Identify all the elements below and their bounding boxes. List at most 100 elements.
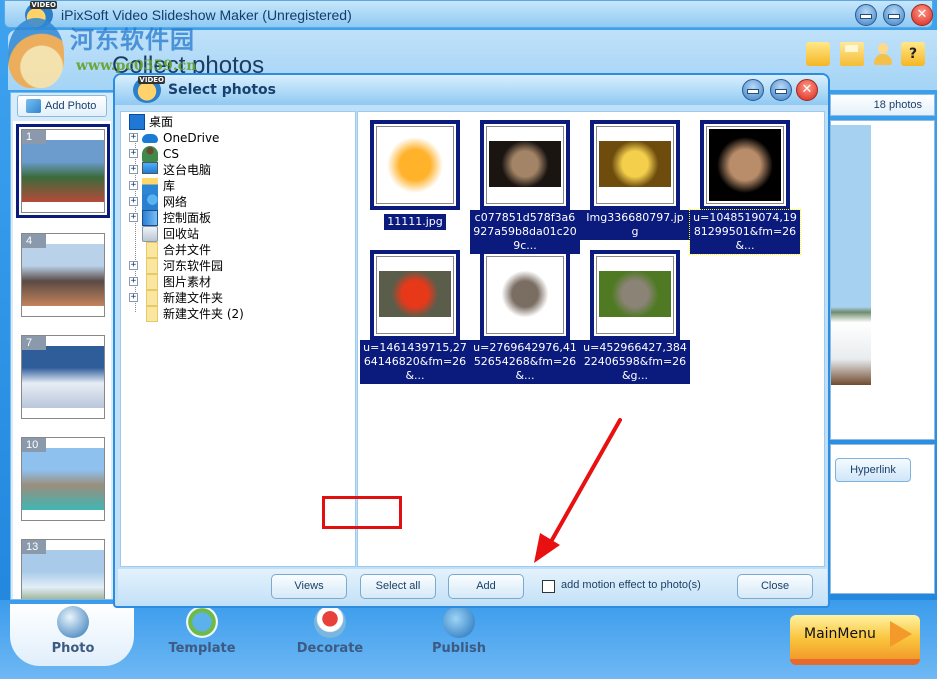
hyperlink-panel: Hyperlink xyxy=(830,444,935,594)
tab-decorate[interactable]: Decorate xyxy=(280,606,380,666)
expand-icon[interactable]: + xyxy=(129,261,138,270)
photo-thumbnail-frame[interactable] xyxy=(700,120,790,210)
tree-item-label: 新建文件夹 xyxy=(163,291,224,305)
folder-tree[interactable]: 桌面 + OneDrive + CS + 这台电脑 + 库 + 网络 + 控制面板 回收站 合并文件 + 河东软… xyxy=(120,111,356,567)
tab-publish[interactable]: Publish xyxy=(409,606,509,666)
photo-image xyxy=(599,271,671,317)
open-folder-icon[interactable] xyxy=(806,42,830,66)
expand-icon[interactable]: + xyxy=(129,293,138,302)
photo-thumbnail-frame[interactable] xyxy=(590,120,680,210)
photo-caption: c077851d578f3a6927a59b8da01c209c... xyxy=(470,210,580,254)
motion-effect-checkbox[interactable] xyxy=(542,580,555,593)
video-tag: VIDEO xyxy=(138,76,165,84)
photo-item[interactable]: u=2769642976,4152654268&fm=26&... xyxy=(470,250,580,384)
help-icon[interactable]: ? xyxy=(901,42,925,66)
photo-caption: Img336680797.jpg xyxy=(580,210,690,240)
recycle-bin-icon xyxy=(142,226,158,242)
photo-thumbnail-frame[interactable] xyxy=(480,120,570,210)
expand-icon[interactable]: + xyxy=(129,181,138,190)
photo-border xyxy=(596,126,674,204)
photo-thumbnail[interactable]: 10 xyxy=(21,437,105,521)
photo-item[interactable]: u=1461439715,2764146820&fm=26&... xyxy=(360,250,470,384)
video-tag: VIDEO xyxy=(30,1,57,9)
tab-photo[interactable]: Photo xyxy=(23,606,123,666)
photo-thumbnail[interactable]: 7 xyxy=(21,335,105,419)
expand-icon[interactable]: + xyxy=(129,197,138,206)
add-button[interactable]: Add xyxy=(448,574,524,599)
photo-caption: u=452966427,38422406598&fm=26&g... xyxy=(580,340,690,384)
user-icon[interactable] xyxy=(871,42,895,66)
preview-frame xyxy=(830,120,935,440)
expand-icon[interactable]: + xyxy=(129,213,138,222)
expand-icon[interactable]: + xyxy=(129,133,138,142)
expand-icon[interactable]: + xyxy=(129,165,138,174)
tab-template[interactable]: Template xyxy=(152,606,252,666)
photo-image xyxy=(709,129,781,201)
tree-item-label: 河东软件园 xyxy=(163,259,224,273)
photo-item[interactable]: c077851d578f3a6927a59b8da01c209c... xyxy=(470,120,580,254)
expand-icon[interactable]: + xyxy=(129,149,138,158)
photo-thumbnail-frame[interactable] xyxy=(370,120,460,210)
tab-template-label: Template xyxy=(168,641,236,656)
photo-grid[interactable]: 11111.jpg c077851d578f3a6927a59b8da01c209… xyxy=(357,111,825,567)
tree-item-label: 回收站 xyxy=(163,227,200,241)
preview-image xyxy=(831,125,871,385)
motion-effect-label[interactable]: add motion effect to photo(s) xyxy=(561,579,701,591)
select-all-button[interactable]: Select all xyxy=(360,574,436,599)
photo-caption: u=2769642976,4152654268&fm=26&... xyxy=(470,340,580,384)
thumbnail-number: 10 xyxy=(22,438,46,452)
save-icon[interactable] xyxy=(840,42,864,66)
globe-computer-icon xyxy=(443,606,475,638)
photo-thumbnail[interactable]: 4 xyxy=(21,233,105,317)
dialog-close-button[interactable] xyxy=(796,79,818,101)
tree-item-label: 合并文件 xyxy=(163,243,212,257)
photo-list-panel: Add Photo 1 4 7 10 13 xyxy=(10,92,114,600)
views-button[interactable]: Views xyxy=(271,574,347,599)
thumbnail-image xyxy=(22,244,104,306)
photo-item[interactable]: Img336680797.jpg xyxy=(580,120,690,248)
photo-thumbnail[interactable]: 1 xyxy=(16,124,110,218)
maximize-button[interactable] xyxy=(883,4,905,26)
folder-icon xyxy=(146,274,158,290)
tree-item-label: CS xyxy=(163,147,179,161)
main-menu-label: MainMenu xyxy=(804,626,876,642)
photo-caption-wrap: Img336680797.jpg xyxy=(580,210,690,240)
thumbnail-image xyxy=(22,346,104,408)
photo-thumbnail-frame[interactable] xyxy=(480,250,570,340)
dialog-maximize-button[interactable] xyxy=(770,79,792,101)
thumbnail-image xyxy=(22,448,104,510)
photo-caption-wrap: c077851d578f3a6927a59b8da01c209c... xyxy=(470,210,580,254)
photo-item[interactable]: u=1048519074,1981299501&fm=26&... xyxy=(689,120,801,255)
main-menu-button[interactable]: MainMenu xyxy=(790,615,920,665)
photo-image xyxy=(379,271,451,317)
dialog-logo-icon: VIDEO xyxy=(133,76,165,103)
minimize-button[interactable] xyxy=(855,4,877,26)
close-button[interactable] xyxy=(911,4,933,26)
cloud-icon xyxy=(142,134,158,143)
photo-border xyxy=(486,126,564,204)
photo-caption-wrap: u=1048519074,1981299501&fm=26&... xyxy=(689,209,801,255)
photo-thumbnail[interactable]: 13 xyxy=(21,539,105,599)
thumbnail-image xyxy=(22,140,104,202)
dialog-minimize-button[interactable] xyxy=(742,79,764,101)
title-bar: VIDEO iPixSoft Video Slideshow Maker (Un… xyxy=(4,0,933,28)
photo-item[interactable]: u=452966427,38422406598&fm=26&g... xyxy=(580,250,690,384)
photo-item[interactable]: 11111.jpg xyxy=(360,120,470,248)
thumbnail-list[interactable]: 1 4 7 10 13 xyxy=(13,121,111,599)
photo-thumbnail-frame[interactable] xyxy=(590,250,680,340)
app-logo-icon: VIDEO xyxy=(25,1,57,28)
thumbnail-image xyxy=(22,550,104,599)
add-photo-button[interactable]: Add Photo xyxy=(17,95,107,117)
desktop-icon xyxy=(129,114,145,130)
photo-image xyxy=(599,141,671,187)
play-arrow-icon xyxy=(890,621,912,647)
dialog-title-bar: VIDEO Select photos xyxy=(115,75,828,105)
photo-border xyxy=(706,126,784,204)
expand-icon[interactable]: + xyxy=(129,277,138,286)
tree-item-label: 这台电脑 xyxy=(163,163,212,177)
photo-icon xyxy=(57,606,89,638)
hyperlink-button[interactable]: Hyperlink xyxy=(835,458,911,482)
close-dialog-button[interactable]: Close xyxy=(737,574,813,599)
photo-thumbnail-frame[interactable] xyxy=(370,250,460,340)
photo-caption: u=1048519074,1981299501&fm=26&... xyxy=(689,209,801,255)
